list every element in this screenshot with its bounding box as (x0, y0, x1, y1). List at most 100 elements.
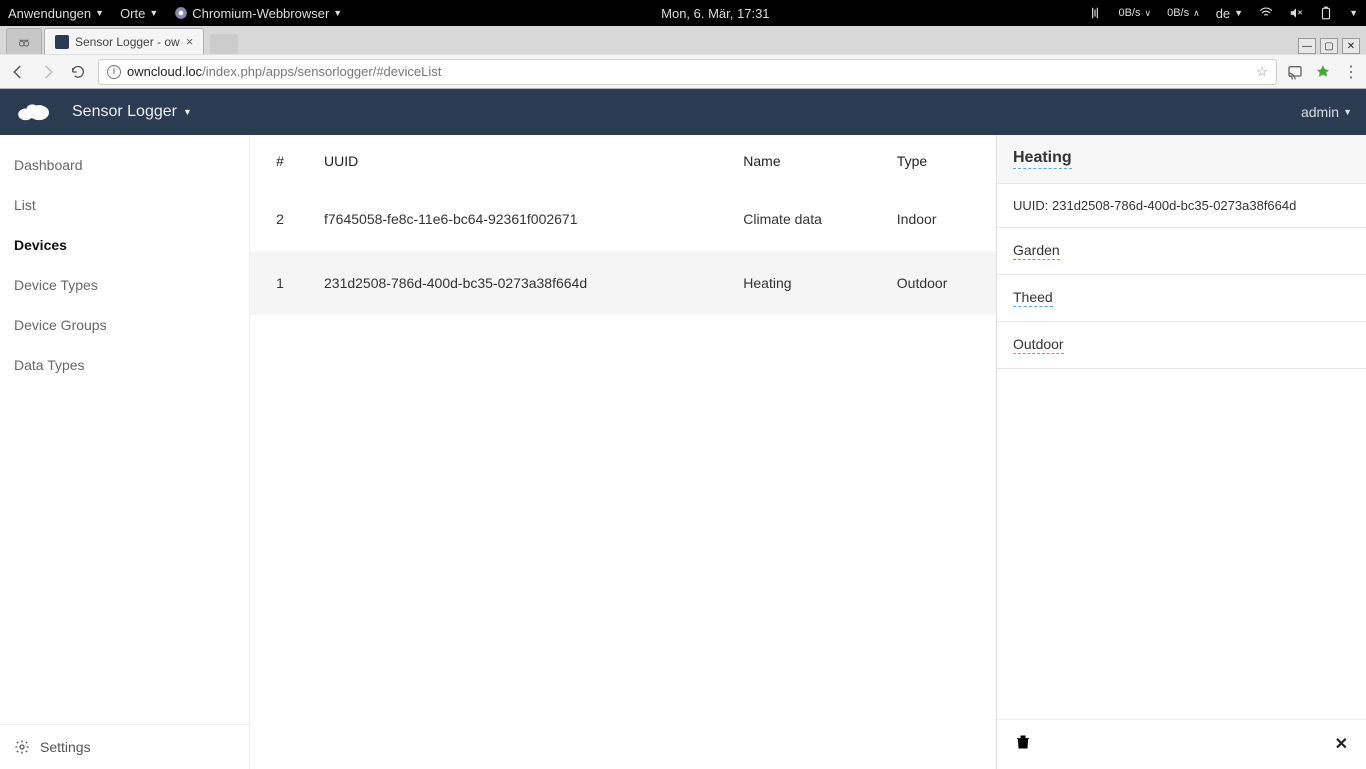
url-host: owncloud.loc (127, 64, 202, 79)
detail-field-editable[interactable]: Garden (1013, 242, 1060, 260)
net-up-value: 0B/s (1167, 7, 1189, 19)
sidebar-item-device-types[interactable]: Device Types (0, 265, 249, 305)
devices-table: # UUID Name Type 2f7645058-fe8c-11e6-bc6… (250, 135, 996, 315)
cast-icon[interactable] (1287, 64, 1303, 80)
cell-type: Outdoor (883, 251, 996, 315)
chevron-down-icon: ▼ (1234, 8, 1243, 18)
battery-icon[interactable] (1319, 6, 1333, 20)
extension-icon[interactable] (1315, 64, 1331, 80)
chevron-down-icon: ∨ (1144, 8, 1151, 19)
browser-chrome: Sensor Logger - ow × — ▢ ✕ i owncloud.lo… (0, 26, 1366, 89)
minimize-button[interactable]: — (1298, 38, 1316, 54)
sidebar-settings[interactable]: Settings (0, 724, 249, 769)
back-button[interactable] (8, 62, 28, 82)
browser-menu-icon[interactable]: ⋮ (1343, 62, 1358, 82)
table-header-row: # UUID Name Type (250, 135, 996, 187)
sidebar-item-device-groups[interactable]: Device Groups (0, 305, 249, 345)
sensor-icon[interactable] (1088, 6, 1102, 20)
detail-title-editable[interactable]: Heating (1013, 149, 1072, 169)
settings-label: Settings (40, 739, 91, 755)
app-body: Dashboard List Devices Device Types Devi… (0, 135, 1366, 769)
sidebar: Dashboard List Devices Device Types Devi… (0, 135, 250, 769)
new-tab-button[interactable] (210, 34, 238, 54)
incognito-icon (17, 35, 31, 49)
desktop-top-bar: Anwendungen ▼ Orte ▼ Chromium-Webbrowser… (0, 0, 1366, 26)
cell-name: Heating (729, 251, 883, 315)
col-num[interactable]: # (250, 135, 310, 187)
detail-panel: Heating UUID: 231d2508-786d-400d-bc35-02… (996, 135, 1366, 769)
chevron-up-icon: ∧ (1193, 8, 1200, 19)
chevron-down-icon: ▼ (149, 8, 158, 18)
bookmark-star-icon[interactable]: ☆ (1256, 64, 1268, 80)
detail-field-editable[interactable]: Theed (1013, 289, 1053, 307)
owncloud-logo[interactable] (14, 99, 54, 126)
gnome-apps-menu[interactable]: Anwendungen ▼ (8, 6, 104, 21)
chromium-icon (174, 6, 188, 20)
lang-label: de (1216, 6, 1230, 21)
browser-tab-active[interactable]: Sensor Logger - ow × (44, 28, 204, 54)
chevron-down-icon: ▼ (95, 8, 104, 18)
col-type[interactable]: Type (883, 135, 996, 187)
sidebar-item-devices[interactable]: Devices (0, 225, 249, 265)
delete-button[interactable] (1015, 734, 1031, 755)
owncloud-favicon (55, 35, 69, 49)
trash-icon (1015, 734, 1031, 750)
gnome-clock[interactable]: Mon, 6. Mär, 17:31 (342, 6, 1088, 21)
volume-muted-icon[interactable] (1289, 6, 1303, 20)
cell-num: 1 (250, 251, 310, 315)
net-down-indicator[interactable]: 0B/s ∨ (1118, 7, 1151, 19)
gnome-browser-menu[interactable]: Chromium-Webbrowser ▼ (174, 6, 342, 21)
net-up-indicator[interactable]: 0B/s ∧ (1167, 7, 1200, 19)
cell-type: Indoor (883, 187, 996, 251)
site-info-icon[interactable]: i (107, 65, 121, 79)
detail-header: Heating (997, 135, 1366, 184)
app-title-label: Sensor Logger (72, 103, 177, 121)
col-uuid[interactable]: UUID (310, 135, 729, 187)
system-menu-icon[interactable]: ▼ (1349, 8, 1358, 18)
close-window-button[interactable]: ✕ (1342, 38, 1360, 54)
gnome-browser-label: Chromium-Webbrowser (192, 6, 329, 21)
app-header: Sensor Logger ▼ admin ▼ (0, 89, 1366, 135)
close-tab-icon[interactable]: × (186, 34, 194, 49)
user-label: admin (1301, 104, 1339, 120)
col-name[interactable]: Name (729, 135, 883, 187)
gear-icon (14, 739, 30, 755)
detail-uuid-row: UUID: 231d2508-786d-400d-bc35-0273a38f66… (997, 184, 1366, 228)
cell-uuid: f7645058-fe8c-11e6-bc64-92361f002671 (310, 187, 729, 251)
url-path: /index.php/apps/sensorlogger/#deviceList (202, 64, 441, 79)
sidebar-item-data-types[interactable]: Data Types (0, 345, 249, 385)
wifi-icon[interactable] (1259, 6, 1273, 20)
lang-indicator[interactable]: de ▼ (1216, 6, 1243, 21)
reload-button[interactable] (68, 62, 88, 82)
sidebar-item-list[interactable]: List (0, 185, 249, 225)
table-row[interactable]: 1231d2508-786d-400d-bc35-0273a38f664dHea… (250, 251, 996, 315)
cell-name: Climate data (729, 187, 883, 251)
tab-title: Sensor Logger - ow (75, 35, 180, 49)
chevron-down-icon: ▼ (333, 8, 342, 18)
gnome-places-menu[interactable]: Orte ▼ (120, 6, 158, 21)
sidebar-item-dashboard[interactable]: Dashboard (0, 145, 249, 185)
pinned-tab[interactable] (6, 28, 42, 54)
uuid-label: UUID: (1013, 198, 1048, 213)
forward-button[interactable] (38, 62, 58, 82)
net-down-value: 0B/s (1118, 7, 1140, 19)
gnome-apps-label: Anwendungen (8, 6, 91, 21)
cell-uuid: 231d2508-786d-400d-bc35-0273a38f664d (310, 251, 729, 315)
app-title-dropdown[interactable]: Sensor Logger ▼ (72, 103, 192, 121)
caret-down-icon: ▼ (183, 107, 192, 117)
maximize-button[interactable]: ▢ (1320, 38, 1338, 54)
window-controls: — ▢ ✕ (1298, 38, 1366, 54)
tab-strip: Sensor Logger - ow × — ▢ ✕ (0, 26, 1366, 54)
close-panel-button[interactable]: ✕ (1335, 734, 1348, 755)
user-menu[interactable]: admin ▼ (1301, 104, 1352, 120)
main-content: # UUID Name Type 2f7645058-fe8c-11e6-bc6… (250, 135, 996, 769)
detail-field-editable[interactable]: Outdoor (1013, 336, 1064, 354)
address-bar[interactable]: i owncloud.loc/index.php/apps/sensorlogg… (98, 59, 1277, 85)
table-row[interactable]: 2f7645058-fe8c-11e6-bc64-92361f002671Cli… (250, 187, 996, 251)
cell-num: 2 (250, 187, 310, 251)
uuid-value: 231d2508-786d-400d-bc35-0273a38f664d (1052, 198, 1296, 213)
caret-down-icon: ▼ (1343, 107, 1352, 117)
detail-footer: ✕ (997, 719, 1366, 769)
detail-field: Outdoor (997, 322, 1366, 369)
detail-field: Garden (997, 228, 1366, 275)
